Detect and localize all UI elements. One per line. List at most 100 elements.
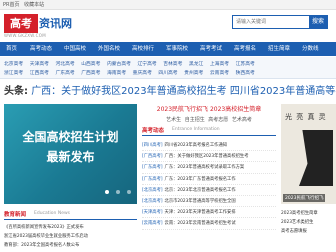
- news-tag: [广东高考]: [142, 176, 163, 182]
- province-link[interactable]: 浙江高考: [4, 71, 23, 76]
- promo-link[interactable]: 高考志愿: [208, 117, 228, 123]
- side-calligraphy: 光 亮 真 灵: [285, 113, 327, 121]
- province-link[interactable]: 贵州高考: [184, 71, 203, 76]
- province-link[interactable]: 天津高考: [30, 62, 49, 67]
- list-item[interactable]: 《百所高校新闻宣传发布2023》正式发布: [4, 223, 137, 232]
- news-list: [四川高考] 四川省2023年高考报名工作通知 [广西高考] 广西：关于做好我区20…: [142, 140, 276, 230]
- news-title: 北京：2023年北京普通高考报名工作: [164, 187, 236, 193]
- headline-link[interactable]: 广西：关于做好我区2023年普通高校招生考 四川省2023年普通高等学校招生: [31, 86, 336, 97]
- list-item[interactable]: [云南高考] 云南：2023年云南普通高考招生考试: [142, 218, 276, 230]
- nav-item-admission-guide[interactable]: 招生简章: [268, 42, 290, 56]
- list-item[interactable]: 2023艺术类招生: [281, 218, 336, 227]
- province-link[interactable]: 黑龙江: [189, 62, 203, 67]
- education-list: 《百所高校新闻宣传发布2023》正式发布 浙江省2023届高校毕业生就业服务工作…: [4, 223, 137, 250]
- list-item[interactable]: [天津高考] 天津：2023年天津普通高考工作安排: [142, 207, 276, 219]
- province-link[interactable]: 四川高考: [158, 71, 177, 76]
- top-bar: PR首页 收藏本站: [0, 0, 336, 10]
- news-tag: [四川高考]: [142, 143, 163, 148]
- news-tag: [北京高考]: [142, 187, 163, 193]
- slide-dot[interactable]: [127, 190, 131, 194]
- site-logo[interactable]: 高考 资讯网 WWW.GKZXW.COM: [4, 14, 94, 38]
- province-link[interactable]: 山西高考: [81, 62, 100, 67]
- nav-item-registration[interactable]: 高考报名: [234, 42, 256, 56]
- nav-item-ranking[interactable]: 高校排行: [132, 42, 154, 56]
- province-link[interactable]: 广东高考: [55, 71, 74, 76]
- banner-slide[interactable]: 全国高校招生计划 最新发布: [4, 104, 137, 204]
- logo-url: WWW.GKZXW.COM: [4, 33, 46, 38]
- list-item[interactable]: 2023高考招生简章: [281, 209, 336, 218]
- headline-label: 头条:: [4, 86, 28, 97]
- list-item[interactable]: [广东高考] 广东：2023年广东普通高考报名工作: [142, 174, 276, 185]
- news-tag: [天津高考]: [142, 210, 163, 216]
- news-tag: [广西高考]: [142, 154, 163, 160]
- province-link[interactable]: 江苏高考: [236, 62, 255, 67]
- home-link[interactable]: PR首页: [3, 2, 20, 8]
- list-item[interactable]: [北京高考] 北京市2023年普通高等学校招生全国: [142, 196, 276, 208]
- province-link[interactable]: 海南高考: [107, 71, 126, 76]
- province-link[interactable]: 上海高考: [210, 62, 229, 67]
- news-title: 天津：2023年天津普通高考工作安排: [164, 210, 236, 216]
- promo-title[interactable]: 2023民航飞行招飞 2023高校招生简章: [142, 104, 276, 113]
- province-link[interactable]: 北京高考: [4, 62, 23, 67]
- nav-item-score-line[interactable]: 分数线: [302, 42, 319, 56]
- slide-dot[interactable]: [104, 190, 109, 194]
- nav-item-military[interactable]: 军事院校: [166, 42, 188, 56]
- promo-links: 艺术生 自主招生 高考志愿 艺术高考: [142, 116, 276, 123]
- news-tag: [广东高考]: [142, 165, 163, 171]
- news-title: 云南：2023年云南普通高考招生考试: [164, 221, 236, 227]
- news-tag: [北京高考]: [142, 198, 163, 204]
- promo-link[interactable]: 艺术高考: [232, 117, 252, 123]
- province-link[interactable]: 陕西高考: [236, 71, 255, 76]
- news-title: 广东：2023年广东普通高考报名工作: [164, 176, 236, 182]
- headline-bar: 头条: 广西：关于做好我区2023年普通高校招生考 四川省2023年普通高等学校…: [4, 84, 336, 100]
- side-caption: 2023民航飞行招飞: [283, 194, 326, 202]
- side-figure: [299, 130, 333, 186]
- news-title: 北京市2023年普通高等学校招生全国: [164, 198, 236, 204]
- province-link[interactable]: 云南高考: [210, 71, 229, 76]
- news-title: 广西：关于做好我区2023年普通高校招生考: [164, 154, 249, 160]
- search-input[interactable]: [233, 16, 309, 28]
- province-link[interactable]: 江西高考: [30, 71, 49, 76]
- nav-item-foreign-universities[interactable]: 外国名校: [98, 42, 120, 56]
- side-list: 2023高考招生简章 2023艺术类招生 高考志愿填报: [281, 209, 336, 236]
- education-section-subtitle: Education News: [34, 211, 70, 216]
- search-box: 搜索: [232, 15, 328, 29]
- logo-red-block: 高考: [4, 14, 38, 33]
- news-title: 四川省2023年高考报名工作通知: [164, 143, 228, 148]
- news-tag: [云南高考]: [142, 221, 163, 227]
- nav-item-china-universities[interactable]: 中国高校: [64, 42, 86, 56]
- list-item[interactable]: [四川高考] 四川省2023年高考报名工作通知: [142, 140, 276, 152]
- province-link[interactable]: 内蒙古高考: [107, 62, 131, 67]
- province-nav: 北京高考 天津高考 河北高考 山西高考 内蒙古高考 辽宁高考 吉林高考 黑龙江 …: [0, 57, 336, 79]
- list-item[interactable]: [广东高考] 广东：2023年普通高校考试录取工作方案: [142, 162, 276, 174]
- banner-title: 全国高校招生计划: [22, 130, 119, 144]
- nav-item-news[interactable]: 高考动态: [30, 42, 52, 56]
- search-button[interactable]: 搜索: [309, 16, 327, 28]
- list-item[interactable]: [广西高考] 广西：关于做好我区2023年普通高校招生考: [142, 151, 276, 163]
- list-item[interactable]: 教育部：2023年全国高考报名人数公布: [4, 241, 137, 250]
- list-item[interactable]: 高考志愿填报: [281, 227, 336, 236]
- province-link[interactable]: 辽宁高考: [137, 62, 156, 67]
- side-promo-image[interactable]: 光 亮 真 灵 2023民航飞行招飞: [281, 104, 336, 204]
- news-section-title: 高考动态: [142, 128, 165, 134]
- news-section-header: 高考动态 Entrance Information: [142, 126, 276, 136]
- top-links: PR首页 收藏本站: [3, 1, 47, 8]
- province-link[interactable]: 广西高考: [81, 71, 100, 76]
- news-title: 广东：2023年普通高校考试录取工作方案: [164, 165, 245, 171]
- news-section-subtitle: Entrance Information: [172, 127, 220, 132]
- logo-text: 资讯网: [39, 17, 72, 30]
- province-row-2: 浙江高考 江西高考 广东高考 广西高考 海南高考 重庆高考 四川高考 贵州高考 …: [4, 69, 260, 76]
- banner-subtitle: 最新发布: [46, 150, 95, 164]
- slide-dot[interactable]: [115, 190, 120, 194]
- nav-item-exam[interactable]: 高考考试: [200, 42, 222, 56]
- province-link[interactable]: 重庆高考: [133, 71, 152, 76]
- promo-link[interactable]: 自主招生: [185, 117, 205, 123]
- province-link[interactable]: 吉林高考: [163, 62, 182, 67]
- list-item[interactable]: [北京高考] 北京：2023年北京普通高考报名工作: [142, 185, 276, 196]
- favorite-link[interactable]: 收藏本站: [24, 2, 44, 8]
- nav-item-home[interactable]: 首页: [6, 42, 17, 56]
- education-section-title: 教育新闻: [4, 212, 27, 218]
- promo-link[interactable]: 艺术生: [166, 117, 181, 123]
- province-link[interactable]: 河北高考: [55, 62, 74, 67]
- list-item[interactable]: 浙江省2023届高校毕业生就业服务工作启动: [4, 232, 137, 241]
